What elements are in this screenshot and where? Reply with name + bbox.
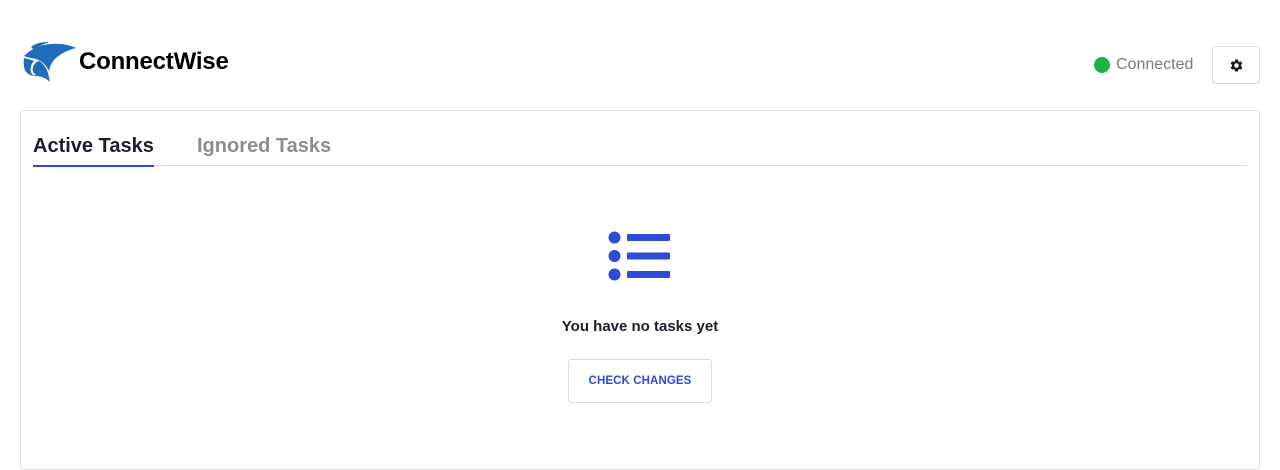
task-tabs: Active Tasks Ignored Tasks: [33, 133, 1247, 167]
brand: ConnectWise: [22, 42, 229, 82]
tab-active-tasks[interactable]: Active Tasks: [33, 135, 154, 167]
status-dot-icon: [1094, 57, 1110, 73]
app-header: ConnectWise Connected: [0, 0, 1280, 110]
status-text: Connected: [1116, 56, 1194, 73]
settings-button[interactable]: [1212, 46, 1260, 84]
gear-icon: [1230, 59, 1242, 71]
check-changes-button[interactable]: CHECK CHANGES: [568, 359, 712, 403]
tab-ignored-tasks[interactable]: Ignored Tasks: [197, 135, 331, 166]
connectwise-logo-icon: [23, 42, 76, 82]
tasks-panel: Active Tasks Ignored Tasks You have no t…: [20, 110, 1260, 470]
empty-message: You have no tasks yet: [561, 318, 719, 335]
list-icon: [608, 231, 670, 281]
connection-status: Connected: [1094, 55, 1193, 75]
brand-name: ConnectWise: [79, 48, 229, 75]
empty-state: You have no tasks yet CHECK CHANGES: [21, 231, 1259, 403]
